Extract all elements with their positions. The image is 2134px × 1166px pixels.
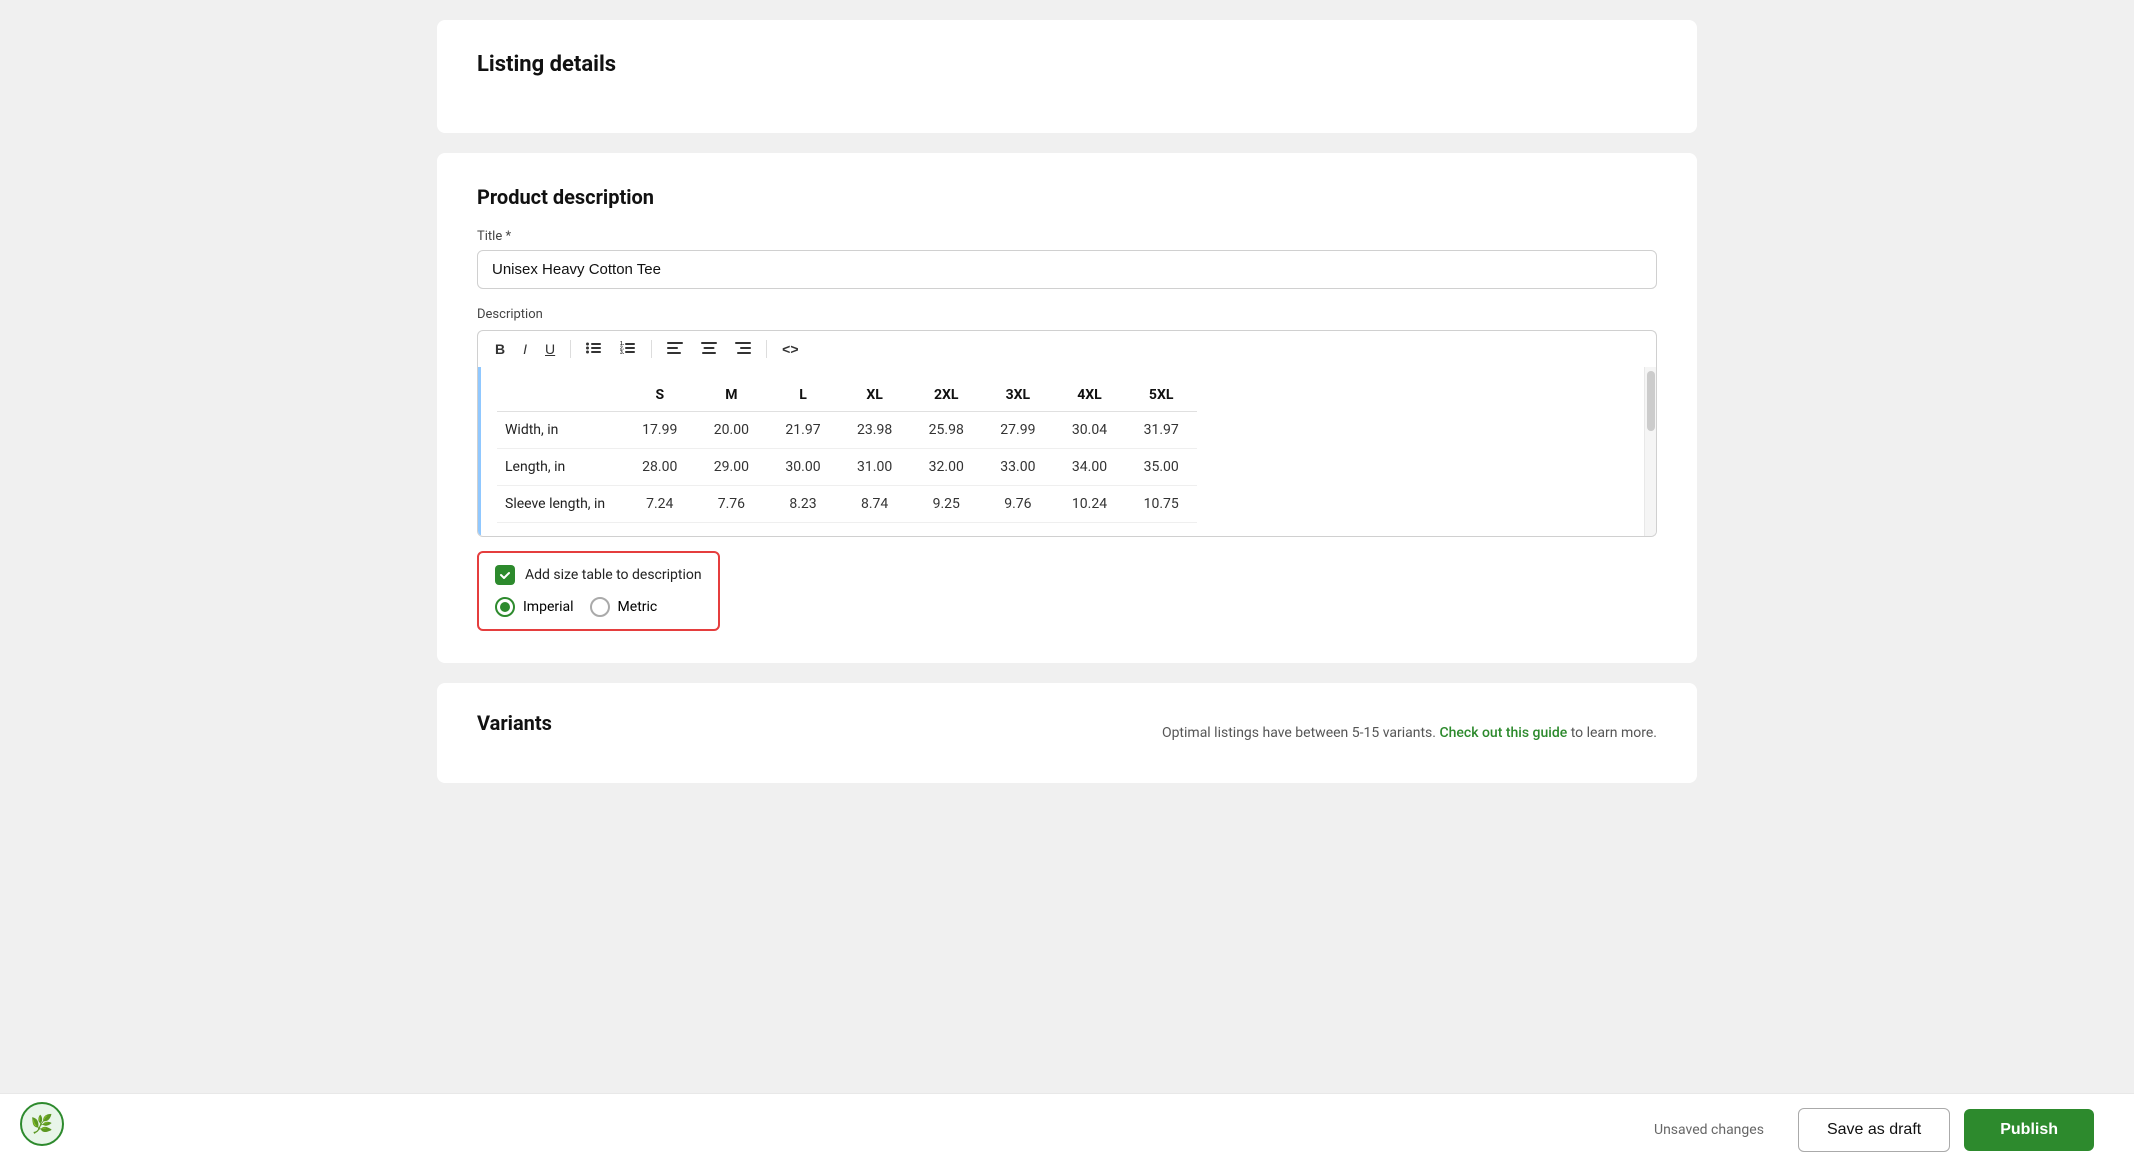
align-center-button[interactable]: [694, 338, 724, 360]
cell-width-m: 20.00: [696, 412, 768, 449]
product-description-heading: Product description: [477, 185, 1657, 209]
editor-toolbar: B I U 1. 2. 3: [477, 330, 1657, 367]
bottom-bar: Unsaved changes Save as draft Publish: [0, 1093, 2134, 1166]
cell-sleeve-3xl: 9.76: [982, 486, 1054, 523]
cell-sleeve-l: 8.23: [767, 486, 839, 523]
avatar-emoji: 🌿: [31, 1114, 53, 1135]
table-header-row: S M L XL 2XL 3XL 4XL 5XL: [497, 379, 1197, 412]
cell-sleeve-m: 7.76: [696, 486, 768, 523]
metric-radio-option[interactable]: Metric: [590, 597, 658, 617]
col-header-s: S: [624, 379, 696, 412]
cell-length-xl: 31.00: [839, 449, 911, 486]
imperial-radio-circle: [495, 597, 515, 617]
scrollbar-thumb: [1647, 371, 1655, 431]
cell-length-4xl: 34.00: [1054, 449, 1126, 486]
unit-radio-row: Imperial Metric: [495, 597, 702, 617]
col-header-4xl: 4XL: [1054, 379, 1126, 412]
cell-sleeve-5xl: 10.75: [1125, 486, 1197, 523]
save-as-draft-button[interactable]: Save as draft: [1798, 1108, 1950, 1152]
cell-width-5xl: 31.97: [1125, 412, 1197, 449]
cell-sleeve-4xl: 10.24: [1054, 486, 1126, 523]
row-label-width: Width, in: [497, 412, 624, 449]
align-left-button[interactable]: [660, 338, 690, 360]
ordered-list-button[interactable]: 1. 2. 3.: [613, 337, 643, 361]
editor-scrollbar[interactable]: [1644, 367, 1656, 536]
size-table-checkbox[interactable]: [495, 565, 515, 585]
cell-length-5xl: 35.00: [1125, 449, 1197, 486]
unordered-list-button[interactable]: [579, 337, 609, 361]
cell-sleeve-2xl: 9.25: [910, 486, 982, 523]
add-size-table-row: Add size table to description: [495, 565, 702, 585]
cell-length-3xl: 33.00: [982, 449, 1054, 486]
size-table-options: Add size table to description Imperial M…: [477, 551, 720, 631]
description-label: Description: [477, 307, 1657, 322]
row-label-sleeve: Sleeve length, in: [497, 486, 624, 523]
variants-hint-suffix-text: to learn more.: [1571, 725, 1657, 741]
cell-width-2xl: 25.98: [910, 412, 982, 449]
col-header-m: M: [696, 379, 768, 412]
editor-content[interactable]: S M L XL 2XL 3XL 4XL 5XL Width, in: [477, 367, 1657, 537]
toolbar-separator-1: [570, 340, 571, 358]
variants-hint: Optimal listings have between 5-15 varia…: [1162, 725, 1657, 741]
col-header-3xl: 3XL: [982, 379, 1054, 412]
cell-length-m: 29.00: [696, 449, 768, 486]
page-title: Listing details: [477, 52, 1657, 77]
code-button[interactable]: <>: [775, 338, 805, 360]
col-header-5xl: 5XL: [1125, 379, 1197, 412]
imperial-label: Imperial: [523, 599, 574, 615]
toolbar-separator-3: [766, 340, 767, 358]
toolbar-separator-2: [651, 340, 652, 358]
cell-width-4xl: 30.04: [1054, 412, 1126, 449]
cell-sleeve-s: 7.24: [624, 486, 696, 523]
row-label-length: Length, in: [497, 449, 624, 486]
cell-width-xl: 23.98: [839, 412, 911, 449]
size-table: S M L XL 2XL 3XL 4XL 5XL Width, in: [497, 379, 1197, 523]
col-header-l: L: [767, 379, 839, 412]
cell-length-s: 28.00: [624, 449, 696, 486]
title-input[interactable]: [477, 250, 1657, 289]
imperial-radio-option[interactable]: Imperial: [495, 597, 574, 617]
avatar[interactable]: 🌿: [20, 1102, 64, 1146]
cell-width-l: 21.97: [767, 412, 839, 449]
unsaved-changes-text: Unsaved changes: [1654, 1122, 1764, 1138]
variants-header: Variants Optimal listings have between 5…: [477, 711, 1657, 755]
size-table-wrapper: S M L XL 2XL 3XL 4XL 5XL Width, in: [478, 367, 1656, 535]
cell-sleeve-xl: 8.74: [839, 486, 911, 523]
italic-button[interactable]: I: [516, 338, 534, 360]
metric-label: Metric: [618, 599, 658, 615]
align-right-button[interactable]: [728, 338, 758, 360]
variants-guide-link[interactable]: Check out this guide: [1439, 725, 1567, 741]
publish-button[interactable]: Publish: [1964, 1109, 2094, 1151]
table-row: Length, in 28.00 29.00 30.00 31.00 32.00…: [497, 449, 1197, 486]
cell-width-3xl: 27.99: [982, 412, 1054, 449]
cell-length-l: 30.00: [767, 449, 839, 486]
variants-hint-text: Optimal listings have between 5-15 varia…: [1162, 725, 1436, 741]
add-size-table-label: Add size table to description: [525, 567, 702, 583]
metric-radio-circle: [590, 597, 610, 617]
variants-heading: Variants: [477, 711, 552, 735]
svg-text:3.: 3.: [620, 350, 625, 355]
variants-section: Variants Optimal listings have between 5…: [437, 683, 1697, 783]
bold-button[interactable]: B: [488, 338, 512, 360]
table-row: Width, in 17.99 20.00 21.97 23.98 25.98 …: [497, 412, 1197, 449]
col-header-2xl: 2XL: [910, 379, 982, 412]
col-header-empty: [497, 379, 624, 412]
underline-button[interactable]: U: [538, 338, 562, 360]
col-header-xl: XL: [839, 379, 911, 412]
cell-width-s: 17.99: [624, 412, 696, 449]
cell-length-2xl: 32.00: [910, 449, 982, 486]
title-label: Title *: [477, 229, 1657, 244]
table-row: Sleeve length, in 7.24 7.76 8.23 8.74 9.…: [497, 486, 1197, 523]
